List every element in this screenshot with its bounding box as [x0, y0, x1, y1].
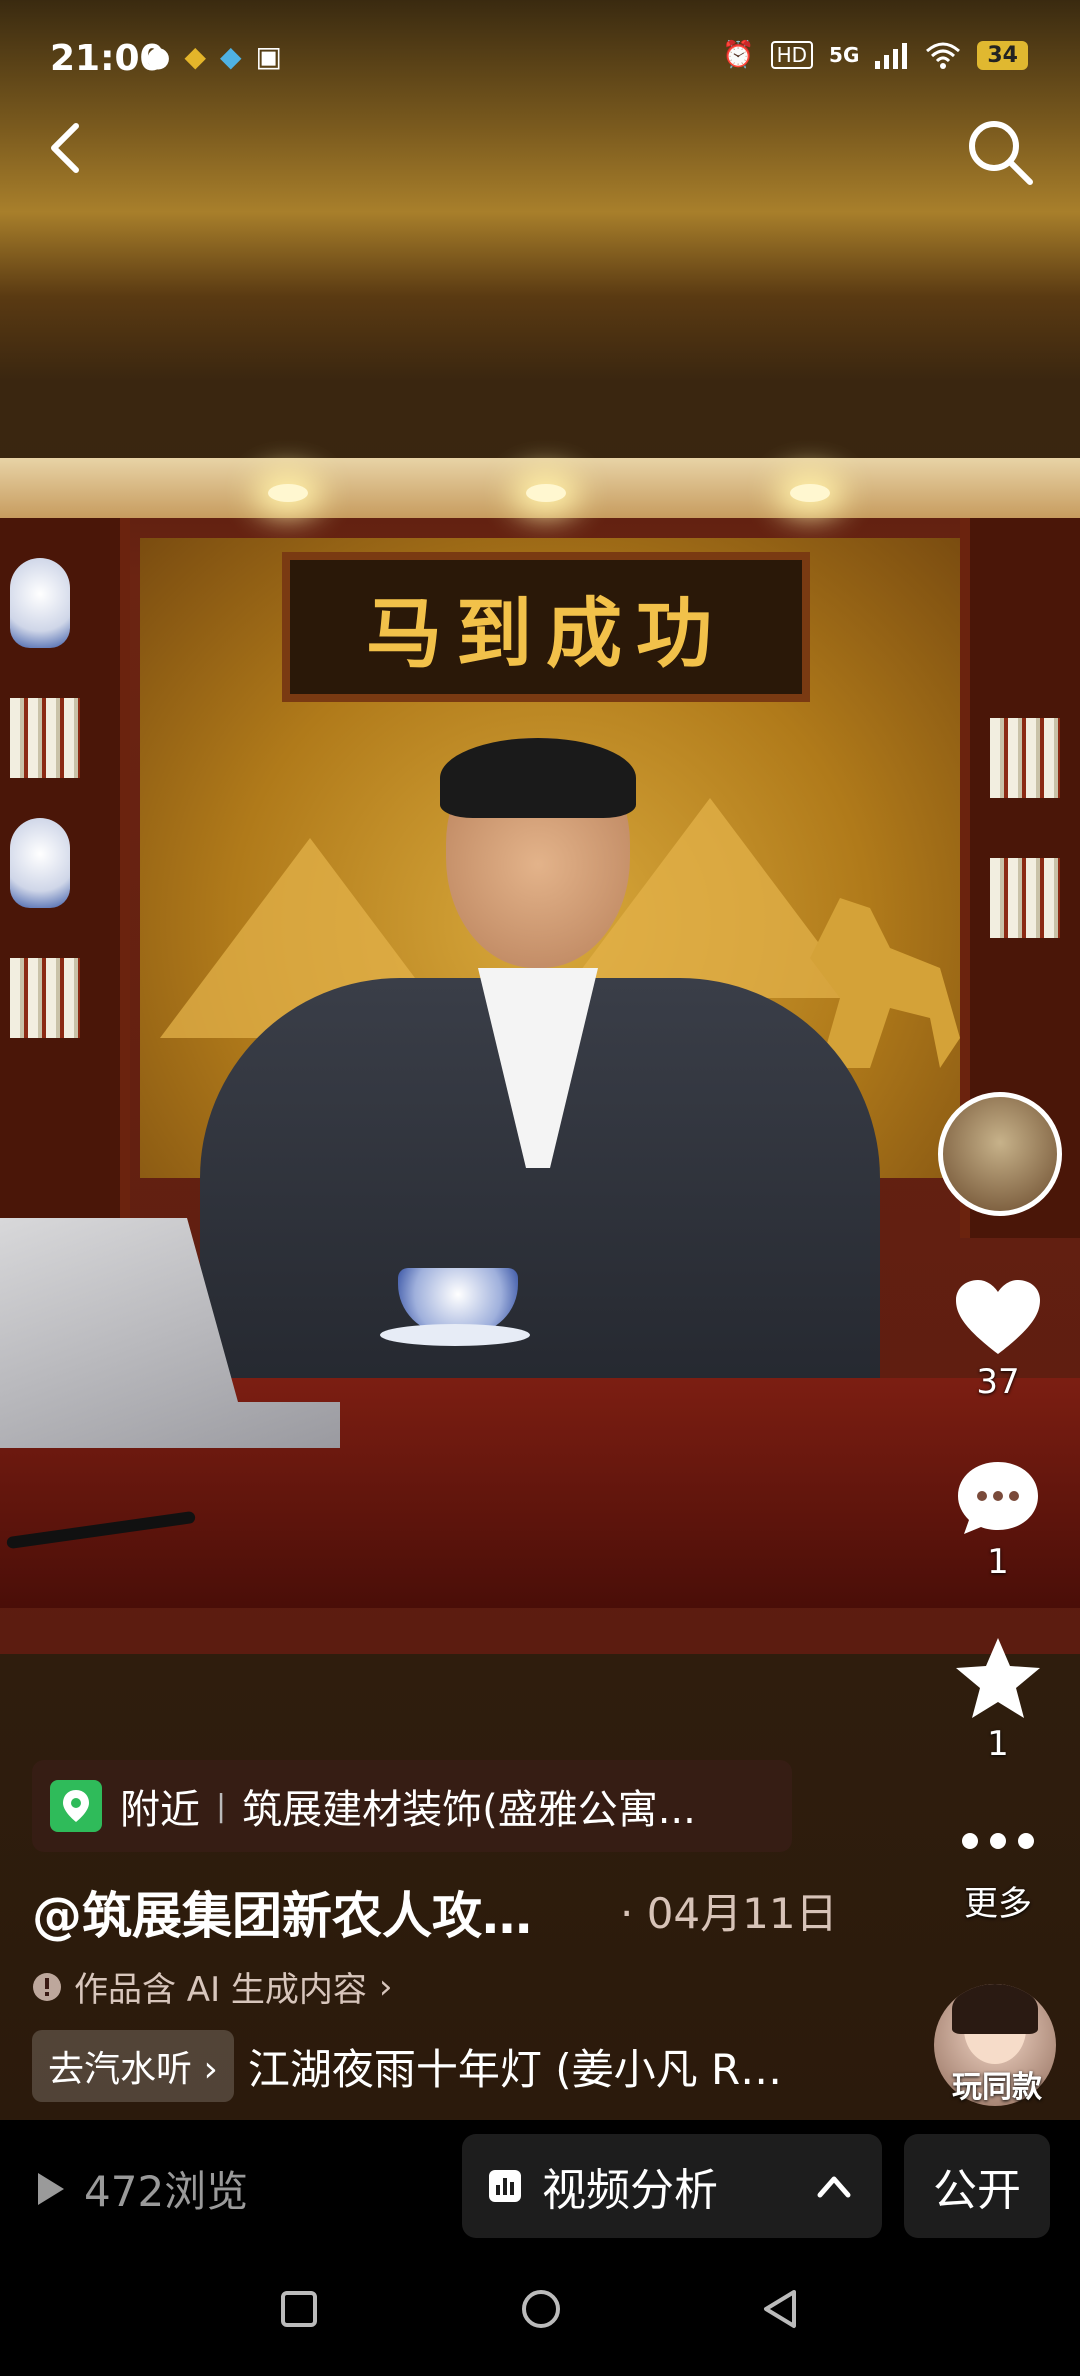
location-pin-icon: [50, 1780, 102, 1832]
back-icon[interactable]: [760, 2288, 800, 2330]
music-title[interactable]: 江湖夜雨十年灯 (姜小凡 R…: [248, 2036, 782, 2097]
location-chip[interactable]: 附近 | 筑展建材装饰(盛雅公寓...: [32, 1760, 792, 1852]
signal-icon: [875, 43, 908, 69]
video-screen[interactable]: 马到成功 21:00 ● ◆ ◆ ▣ ⏰ HD 5G 34 37 1 1 更多 …: [0, 0, 1080, 2120]
person-hair: [440, 738, 636, 818]
wifi-icon: [926, 42, 961, 69]
visibility-public-button[interactable]: 公开: [904, 2134, 1050, 2238]
notification-icons: ● ◆ ◆ ▣: [146, 40, 282, 73]
app-icon: ◆: [219, 40, 242, 73]
post-date-text: 04月11日: [646, 1889, 838, 1938]
view-count[interactable]: 472浏览: [34, 2158, 248, 2219]
app-icon: ◆: [184, 40, 206, 73]
creator-avatar[interactable]: [938, 1092, 1062, 1216]
listen-button-label: 去汽水听: [48, 2049, 193, 2090]
home-icon[interactable]: [520, 2288, 562, 2330]
heart-icon: [956, 1280, 1040, 1354]
comment-icon: [958, 1462, 1038, 1534]
ceiling-lamp: [526, 484, 566, 502]
more-dots-icon: [962, 1833, 1034, 1849]
books: [10, 958, 80, 1038]
status-bar: 21:00 ● ◆ ◆ ▣ ⏰ HD 5G 34: [0, 0, 1080, 120]
battery-indicator: 34: [977, 40, 1028, 70]
author-name[interactable]: @筑展集团新农人攻…: [32, 1876, 532, 1948]
like-button[interactable]: 37: [938, 1278, 1058, 1402]
vase: [10, 818, 70, 908]
bookshelf-left: [0, 518, 130, 1238]
saucer: [380, 1324, 530, 1346]
favorite-button[interactable]: 1: [938, 1636, 1058, 1764]
same-style-label[interactable]: 玩同款: [936, 2062, 1058, 2106]
calendar-icon: ▣: [255, 40, 282, 73]
search-icon[interactable]: [960, 112, 1040, 192]
post-date: · 04月11日: [620, 1889, 838, 1938]
wechat-icon: ●: [146, 40, 171, 73]
system-icons: ⏰ HD 5G 34: [722, 40, 1028, 70]
bar-chart-icon: [489, 2170, 521, 2202]
play-icon: [38, 2172, 64, 2205]
warning-icon: [33, 1972, 61, 2001]
chevron-up-icon: [817, 2176, 851, 2198]
video-frame[interactable]: 马到成功: [0, 458, 1080, 1654]
chevron-right-icon: ›: [203, 2049, 218, 2090]
star-icon: [956, 1638, 1040, 1718]
video-analysis-button[interactable]: 视频分析: [462, 2134, 882, 2238]
chevron-right-icon: ›: [378, 1966, 393, 2007]
divider: |: [216, 1788, 227, 1824]
network-label: 5G: [829, 43, 860, 67]
comment-count: 1: [987, 1542, 1009, 1582]
books: [990, 718, 1060, 798]
ceiling-lamp: [790, 484, 830, 502]
ai-note-text: 作品含 AI 生成内容: [74, 1970, 367, 2010]
recent-apps-icon[interactable]: [280, 2290, 318, 2328]
ceiling-lamp: [268, 484, 308, 502]
hd-label: HD: [770, 41, 814, 69]
alarm-icon: ⏰: [722, 40, 755, 70]
system-navigation-bar: [0, 2250, 1080, 2376]
more-label: 更多: [964, 1884, 1032, 1924]
comment-button[interactable]: 1: [938, 1458, 1058, 1582]
more-button[interactable]: 更多: [938, 1826, 1058, 1925]
chevron-left-icon[interactable]: [40, 112, 92, 184]
ai-content-notice[interactable]: 作品含 AI 生成内容 ›: [32, 1962, 393, 2011]
avatar-hair: [952, 1984, 1038, 2034]
favorite-count: 1: [987, 1724, 1009, 1764]
music-row: 去汽水听 › 江湖夜雨十年灯 (姜小凡 R…: [32, 2030, 782, 2102]
analysis-label: 视频分析: [542, 2165, 718, 2216]
like-count: 37: [976, 1362, 1020, 1402]
listen-on-soda-button[interactable]: 去汽水听 ›: [32, 2030, 234, 2102]
vase: [10, 558, 70, 648]
books: [990, 858, 1060, 938]
view-count-text: 472浏览: [84, 2167, 249, 2216]
location-name: 筑展建材装饰(盛雅公寓...: [242, 1787, 696, 1833]
books: [10, 698, 80, 778]
location-prefix: 附近: [120, 1787, 200, 1833]
calligraphy-plaque: 马到成功: [282, 552, 810, 702]
bottom-toolbar: 472浏览 视频分析 公开: [0, 2120, 1080, 2250]
